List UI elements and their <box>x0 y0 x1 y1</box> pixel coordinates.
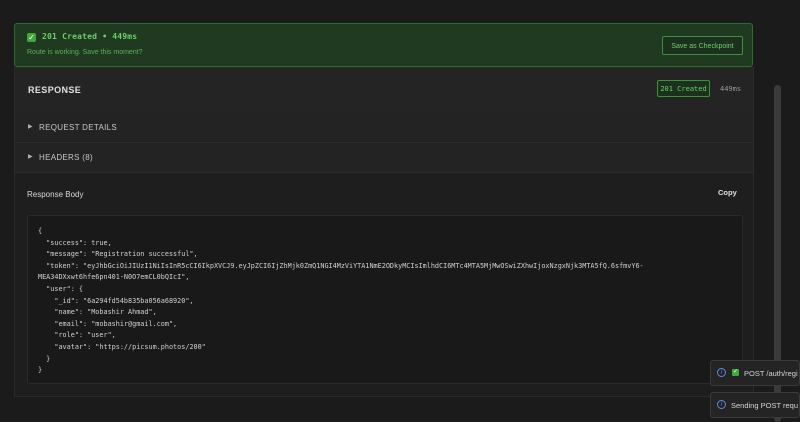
caret-right-icon: ▶ <box>28 124 33 130</box>
status-badge: 201 Created <box>657 80 710 97</box>
success-banner: ✓ 201 Created • 449ms Route is working. … <box>14 23 753 67</box>
info-icon: i <box>717 368 726 377</box>
caret-right-icon: ▶ <box>28 154 33 160</box>
toast-request-success[interactable]: i ✓ POST /auth/regi <box>710 360 800 386</box>
toast-sending[interactable]: i Sending POST requ <box>710 392 800 418</box>
checkbox-check-icon: ✓ <box>27 33 36 42</box>
request-details-toggle[interactable]: ▶ REQUEST DETAILS <box>15 113 753 143</box>
response-heading: RESPONSE <box>28 85 82 95</box>
response-json: { "success": true, "message": "Registrat… <box>38 227 644 375</box>
response-body-code[interactable]: { "success": true, "message": "Registrat… <box>27 215 743 384</box>
info-icon: i <box>717 400 726 409</box>
section-label: HEADERS (8) <box>39 153 93 162</box>
copy-button[interactable]: Copy <box>718 188 737 197</box>
section-label: REQUEST DETAILS <box>39 123 117 132</box>
toast-text: Sending POST requ <box>731 401 798 410</box>
banner-subtitle: Route is working. Save this moment? <box>27 49 143 56</box>
toast-text: POST /auth/regi <box>744 369 798 378</box>
response-time: 449ms <box>720 85 742 93</box>
check-icon: ✓ <box>732 369 739 376</box>
response-body-label: Response Body <box>27 190 84 199</box>
save-checkpoint-button[interactable]: Save as Checkpoint <box>662 36 743 55</box>
response-panel: RESPONSE 201 Created 449ms ▶ REQUEST DET… <box>14 67 754 397</box>
headers-toggle[interactable]: ▶ HEADERS (8) <box>15 143 753 173</box>
response-header: RESPONSE 201 Created 449ms <box>15 68 753 114</box>
banner-status-title: 201 Created • 449ms <box>42 32 138 41</box>
